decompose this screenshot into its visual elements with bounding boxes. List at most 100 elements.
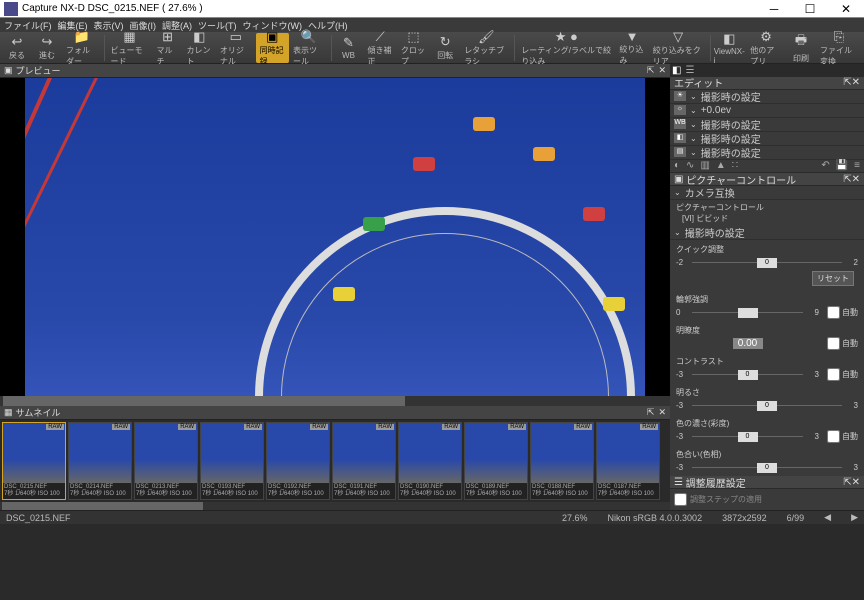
minimize-button[interactable]: ─ (760, 2, 788, 16)
raw-badge: RAW (574, 424, 592, 430)
thumbnail-item[interactable]: RAWDSC_0187.NEF7秒 1/640秒 ISO 100 (596, 422, 660, 500)
close-icon[interactable]: ✕ (658, 407, 666, 418)
thumbnail-item[interactable]: RAWDSC_0215.NEF7秒 1/640秒 ISO 100 (2, 422, 66, 500)
level-icon[interactable]: ▥ (700, 160, 709, 171)
grid-icon: ▦ (123, 29, 135, 45)
back-button[interactable]: ↩戻る (2, 33, 32, 63)
slider-label: 色の濃さ(彩度) (676, 418, 858, 429)
thumbnail-item[interactable]: RAWDSC_0213.NEF7秒 1/640秒 ISO 100 (134, 422, 198, 500)
display-button[interactable]: 🔍表示ツール (289, 33, 329, 63)
undo-icon[interactable]: ↶ (821, 160, 829, 171)
close-icon[interactable]: ✕ (658, 65, 666, 76)
auto-checkbox[interactable]: 自動 (827, 368, 858, 381)
distort-button[interactable]: ⟋傾き補正 (363, 33, 396, 63)
edit-header: エディット ⇱ ✕ (670, 77, 864, 90)
auto-checkbox[interactable]: 自動 (827, 430, 858, 443)
curve-icon[interactable]: ∿ (686, 160, 694, 171)
adjustment-row[interactable]: ☼⌄+0.0ev (670, 104, 864, 118)
close-button[interactable]: ✕ (832, 2, 860, 16)
rating-filter-button[interactable]: ★ ●レーティング/ラベルで絞り込み (517, 33, 615, 63)
multi-button[interactable]: ⊞マルチ (153, 33, 183, 63)
star-icon: ★ ● (555, 29, 578, 45)
horizontal-scrollbar[interactable] (0, 396, 670, 406)
noise-icon[interactable]: ∷ (732, 160, 738, 171)
pin-icon[interactable]: ⇱ (843, 477, 851, 488)
thumbnail-info: DSC_0189.NEF7秒 1/640秒 ISO 100 (465, 483, 527, 499)
convert-button[interactable]: ⎘ファイル変換 (816, 33, 862, 63)
adjustment-row[interactable]: ☀⌄撮影時の設定 (670, 90, 864, 104)
adjustment-label: 撮影時の設定 (701, 145, 761, 160)
slider[interactable]: 0 (692, 432, 803, 440)
preview-header: ▣ プレビュー ⇱ ✕ (0, 64, 670, 78)
adjustment-row[interactable]: ▤⌄撮影時の設定 (670, 146, 864, 160)
retouch-button[interactable]: 🖌レタッチブラシ (460, 33, 512, 63)
sharpen-icon[interactable]: ▲ (716, 160, 726, 171)
forward-button[interactable]: ↪進む (32, 33, 62, 63)
thumbnail-item[interactable]: RAWDSC_0192.NEF7秒 1/640秒 ISO 100 (266, 422, 330, 500)
prev-icon[interactable]: ◀ (824, 512, 831, 523)
thumbnail-item[interactable]: RAW DSC_0193.NEF7秒 1/640秒 ISO 100 (200, 422, 264, 500)
filter-button[interactable]: ▼絞り込み (615, 33, 648, 63)
shoot-setting-row[interactable]: ⌄ 撮影時の設定 (670, 226, 864, 240)
close-icon[interactable]: ✕ (852, 477, 860, 488)
crop-button[interactable]: ⬚クロップ (397, 33, 430, 63)
adjustment-list: ☀⌄撮影時の設定☼⌄+0.0evWB⌄撮影時の設定◧⌄撮影時の設定▤⌄撮影時の設… (670, 90, 864, 160)
reset-button[interactable]: リセット (812, 271, 854, 286)
auto-checkbox[interactable]: 自動 (827, 337, 858, 350)
folder-button[interactable]: 📁フォルダー (62, 33, 102, 63)
menu-icon[interactable]: ≡ (854, 160, 860, 171)
image-viewer[interactable] (0, 78, 670, 396)
thumbnail-item[interactable]: RAWDSC_0191.NEF7秒 1/640秒 ISO 100 (332, 422, 396, 500)
viewmode-button[interactable]: ▦ビューモード (107, 33, 153, 63)
pin-icon[interactable]: ⇱ (843, 77, 851, 88)
adjustment-row[interactable]: ◧⌄撮影時の設定 (670, 132, 864, 146)
raw-badge: RAW (244, 424, 262, 430)
slider-label: 輪郭強調 (676, 294, 858, 305)
slider[interactable]: 0 (692, 401, 842, 409)
viewnx-button[interactable]: ◧ViewNX-i (712, 33, 746, 63)
adjustment-icon: ☀ (674, 91, 686, 101)
compare-button[interactable]: ▣同時記録 (256, 33, 289, 63)
rotate-button[interactable]: ↻回転 (430, 33, 460, 63)
print-button[interactable]: 🖶印刷 (786, 33, 816, 63)
history-header[interactable]: ☰ 調整履歴設定 ⇱ ✕ (670, 476, 864, 489)
thumbnail-image: RAW (3, 423, 65, 483)
auto-checkbox[interactable]: 自動 (827, 306, 858, 319)
thumbnail-item[interactable]: RAW DSC_0188.NEF7秒 1/640秒 ISO 100 (530, 422, 594, 500)
original-button[interactable]: ▭オリジナル (216, 33, 256, 63)
filter-clear-button[interactable]: ▽絞り込みをクリア (649, 33, 708, 63)
thumbnail-item[interactable]: RAWDSC_0190.NEF7秒 1/640秒 ISO 100 (398, 422, 462, 500)
chevron-down-icon: ⌄ (690, 120, 697, 129)
pin-icon[interactable]: ⇱ (647, 407, 655, 418)
menu-item[interactable]: ファイル(F) (4, 19, 52, 32)
raw-badge: RAW (46, 424, 64, 430)
menu-item[interactable]: 表示(V) (94, 19, 124, 32)
slider[interactable]: 0 (692, 463, 842, 471)
edit-tab-icon[interactable]: ◧ (672, 65, 681, 76)
raw-badge: RAW (508, 424, 526, 430)
titlebar: Capture NX-D DSC_0215.NEF ( 27.6% ) ─ ☐ … (0, 0, 864, 18)
thumbnail-info: DSC_0188.NEF7秒 1/640秒 ISO 100 (531, 483, 593, 499)
tone-icon[interactable]: ◐ (674, 160, 680, 171)
pin-icon[interactable]: ⇱ (843, 174, 851, 185)
thumbnail-item[interactable]: RAW DSC_0189.NEF7秒 1/640秒 ISO 100 (464, 422, 528, 500)
wb-button[interactable]: ✎WB (333, 33, 363, 63)
slider[interactable] (692, 308, 803, 316)
thumbnail-item[interactable]: RAWDSC_0214.NEF7秒 1/640秒 ISO 100 (68, 422, 132, 500)
thumbnail-info: DSC_0193.NEF7秒 1/640秒 ISO 100 (201, 483, 263, 499)
close-icon[interactable]: ✕ (852, 77, 860, 88)
apply-steps-checkbox[interactable]: 調整ステップの適用 (674, 493, 860, 506)
metadata-tab-icon[interactable]: ☰ (685, 65, 694, 76)
adjustment-row[interactable]: WB⌄撮影時の設定 (670, 118, 864, 132)
maximize-button[interactable]: ☐ (796, 2, 824, 16)
slider[interactable]: 0 (692, 370, 803, 378)
pin-icon[interactable]: ⇱ (647, 65, 655, 76)
save-icon[interactable]: 💾 (836, 160, 848, 171)
camera-compat-row[interactable]: ⌄ カメラ互換 (670, 186, 864, 200)
current-button[interactable]: ◧カレント (183, 33, 216, 63)
close-icon[interactable]: ✕ (852, 174, 860, 185)
thumbnail-scrollbar[interactable] (0, 502, 670, 510)
next-icon[interactable]: ▶ (851, 512, 858, 523)
quick-adjust-slider[interactable]: 0 (692, 258, 842, 266)
otherapp-button[interactable]: ⚙他のアプリ (746, 33, 786, 63)
